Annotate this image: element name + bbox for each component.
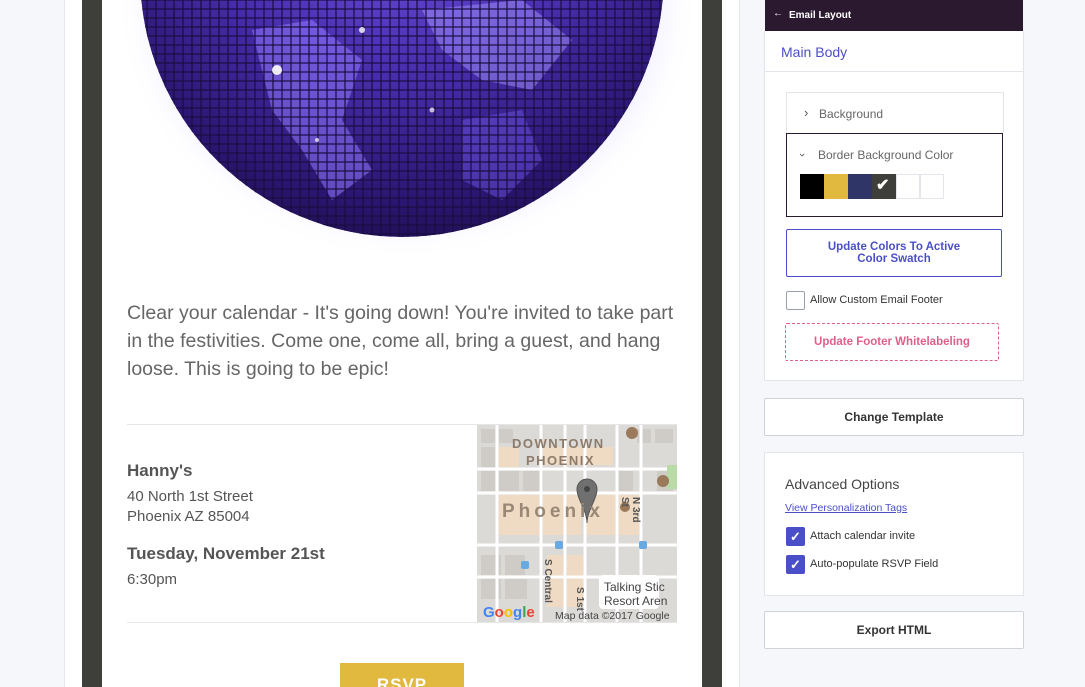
export-html-button[interactable]: Export HTML (764, 611, 1024, 649)
attach-calendar-checkbox[interactable]: ✓ (786, 527, 805, 546)
event-date: Tuesday, November 21st (127, 544, 325, 563)
section-title[interactable]: Main Body (781, 44, 847, 60)
event-time: 6:30pm (127, 571, 178, 588)
divider (127, 622, 677, 623)
color-swatch[interactable]: ✔ (872, 174, 896, 199)
border-background-color-accordion[interactable]: › Border Background Color ✔ (786, 133, 1003, 217)
personalization-tags-link[interactable]: View Personalization Tags (785, 502, 907, 514)
location-map[interactable]: DOWNTOWN PHOENIX Phoenix N 3rd St S Cent… (477, 425, 677, 623)
map-label-phoenix: PHOENIX (526, 453, 596, 468)
background-label: Background (819, 107, 884, 121)
map-label-phoenix-large: Phoenix (502, 501, 604, 522)
rsvp-button[interactable]: RSVP (340, 663, 464, 687)
main-body-card: Main Body › Background › Border Backgrou… (764, 31, 1024, 381)
map-label-street: N 3rd St (619, 497, 641, 523)
map-label-street: S Central (542, 559, 553, 603)
update-colors-label: Color Swatch (857, 253, 931, 265)
checkmark-icon: ✓ (790, 557, 801, 572)
map-label-arena: Resort Aren (604, 594, 668, 608)
custom-footer-label[interactable]: Allow Custom Email Footer (810, 294, 943, 306)
color-swatches: ✔ (800, 174, 944, 199)
google-logo: Google (483, 604, 535, 621)
address-city: Phoenix AZ 85004 (127, 508, 250, 525)
chevron-down-icon: › (795, 153, 808, 157)
invite-message: Clear your calendar - It's going down! Y… (127, 302, 674, 380)
map-label-arena: Talking Stic (604, 580, 665, 594)
border-background-color-label: Border Background Color (818, 148, 954, 162)
update-colors-label: Update Colors To Active (827, 241, 961, 253)
venue-name: Hanny's (127, 461, 193, 480)
map-attribution: Map data ©2017 Google (555, 610, 670, 622)
custom-footer-checkbox[interactable] (786, 291, 805, 310)
arrow-left-icon[interactable]: ← (773, 8, 783, 19)
divider (765, 71, 1023, 72)
map-label-street: S 1st (574, 587, 585, 611)
attach-calendar-label[interactable]: Attach calendar invite (810, 530, 915, 542)
auto-populate-rsvp-checkbox[interactable]: ✓ (786, 555, 805, 574)
auto-populate-rsvp-label[interactable]: Auto-populate RSVP Field (810, 558, 938, 570)
update-colors-button[interactable]: Update Colors To Active Color Swatch (786, 229, 1002, 277)
panel-header: ← Email Layout (765, 0, 1023, 31)
panel-title[interactable]: Email Layout (789, 10, 851, 21)
email-body: Clear your calendar - It's going down! Y… (102, 0, 702, 687)
color-swatch[interactable] (920, 174, 944, 199)
address-street: 40 North 1st Street (127, 488, 253, 505)
checkmark-icon: ✔ (876, 177, 890, 194)
color-swatch[interactable] (848, 174, 872, 199)
color-swatch[interactable] (896, 174, 920, 199)
advanced-options-title: Advanced Options (785, 476, 900, 492)
hero-disco-ball-image (102, 0, 702, 275)
advanced-options-card: Advanced Options View Personalization Ta… (764, 452, 1024, 596)
background-accordion[interactable]: › Background (786, 92, 1004, 133)
map-label-downtown: DOWNTOWN (512, 436, 605, 451)
color-swatch[interactable] (800, 174, 824, 199)
change-template-button[interactable]: Change Template (764, 398, 1024, 436)
color-swatch[interactable] (824, 174, 848, 199)
checkmark-icon: ✓ (790, 529, 801, 544)
chevron-right-icon: › (804, 105, 809, 120)
update-footer-whitelabeling-button[interactable]: Update Footer Whitelabeling (785, 323, 999, 361)
